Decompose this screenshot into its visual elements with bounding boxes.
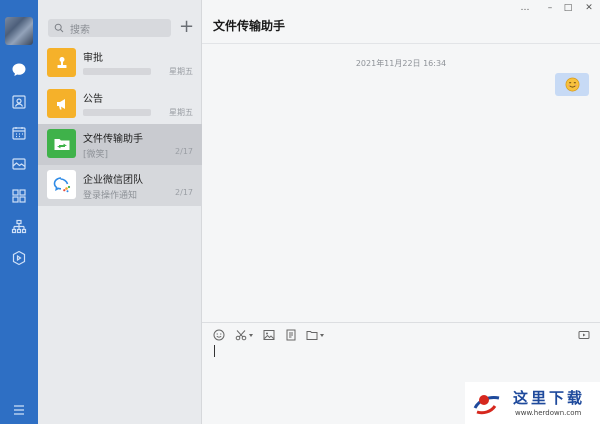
search-icon: [54, 23, 64, 33]
box-icon[interactable]: [9, 248, 29, 268]
chevron-down-icon: [249, 333, 253, 337]
chat-icon[interactable]: [9, 60, 29, 80]
user-avatar[interactable]: [5, 17, 33, 45]
maximize-button[interactable]: □: [561, 2, 575, 14]
conversation-item[interactable]: 公告 星期五: [38, 84, 202, 125]
chat-title: 文件传输助手: [213, 19, 286, 33]
watermark: 这里下载 www.herdown.com: [465, 382, 600, 424]
conversation-name: 审批: [83, 53, 103, 64]
message-bubble[interactable]: [555, 73, 589, 96]
input-divider: [202, 322, 600, 323]
add-button[interactable]: +: [179, 18, 194, 36]
conversation-name: 公告: [83, 94, 103, 105]
conversation-preview: [微笑]: [83, 150, 109, 160]
conversation-list: 搜索 + 审批 星期五 公告 星期五 文件传输助手 [微笑] 2/17 企业微信…: [38, 0, 202, 424]
scissors-icon: [235, 330, 247, 341]
message-timestamp: 2021年11月22日 16:34: [355, 59, 447, 68]
search-placeholder: 搜索: [70, 24, 90, 36]
chat-pane: … – □ ✕ 文件传输助手 2021年11月22日 16:34: [202, 0, 600, 424]
nav-rail: [0, 0, 38, 424]
apps-icon[interactable]: [9, 186, 29, 206]
screenshot-button[interactable]: [235, 328, 253, 342]
menu-icon[interactable]: [9, 400, 29, 420]
contacts-icon[interactable]: [9, 92, 29, 112]
watermark-title: 这里下载: [513, 389, 586, 407]
document-icon: [286, 329, 296, 341]
header-divider: [202, 43, 600, 44]
conversation-time: 2/17: [175, 147, 193, 156]
search-input[interactable]: 搜索: [48, 19, 171, 37]
conversation-preview: 登录操作通知: [83, 191, 138, 201]
conversation-name: 文件传输助手: [83, 134, 143, 145]
calendar-icon[interactable]: [9, 123, 29, 143]
image-button[interactable]: [263, 328, 275, 342]
text-caret: [214, 345, 215, 357]
close-button[interactable]: ✕: [582, 2, 596, 14]
smile-emoji-icon: [565, 77, 579, 92]
wecom-logo-icon: [47, 170, 76, 199]
preview-redacted: [83, 68, 151, 75]
image-icon: [263, 330, 275, 340]
video-call-button[interactable]: [578, 328, 590, 342]
video-icon: [578, 331, 590, 339]
conversation-item-selected[interactable]: 文件传输助手 [微笑] 2/17: [38, 124, 202, 165]
stamp-icon: [47, 48, 76, 77]
watermark-url: www.herdown.com: [515, 409, 582, 417]
document-button[interactable]: [285, 328, 297, 342]
conversation-name: 企业微信团队: [83, 175, 143, 186]
minimize-button[interactable]: –: [543, 2, 557, 14]
conversation-time: 星期五: [169, 108, 193, 117]
watermark-logo-icon: [473, 395, 500, 415]
folder-button[interactable]: [306, 328, 324, 342]
folder-icon: [306, 331, 318, 340]
more-button[interactable]: …: [518, 2, 532, 14]
megaphone-icon: [47, 89, 76, 118]
emoji-button[interactable]: [213, 328, 225, 342]
folder-transfer-icon: [47, 129, 76, 158]
conversation-time: 星期五: [169, 67, 193, 76]
mail-icon[interactable]: [9, 154, 29, 174]
emoji-icon: [213, 329, 225, 341]
org-chart-icon[interactable]: [9, 217, 29, 237]
preview-redacted: [83, 109, 151, 116]
chevron-down-icon: [320, 333, 324, 337]
conversation-time: 2/17: [175, 188, 193, 197]
conversation-item[interactable]: 企业微信团队 登录操作通知 2/17: [38, 165, 202, 206]
conversation-item[interactable]: 审批 星期五: [38, 43, 202, 84]
